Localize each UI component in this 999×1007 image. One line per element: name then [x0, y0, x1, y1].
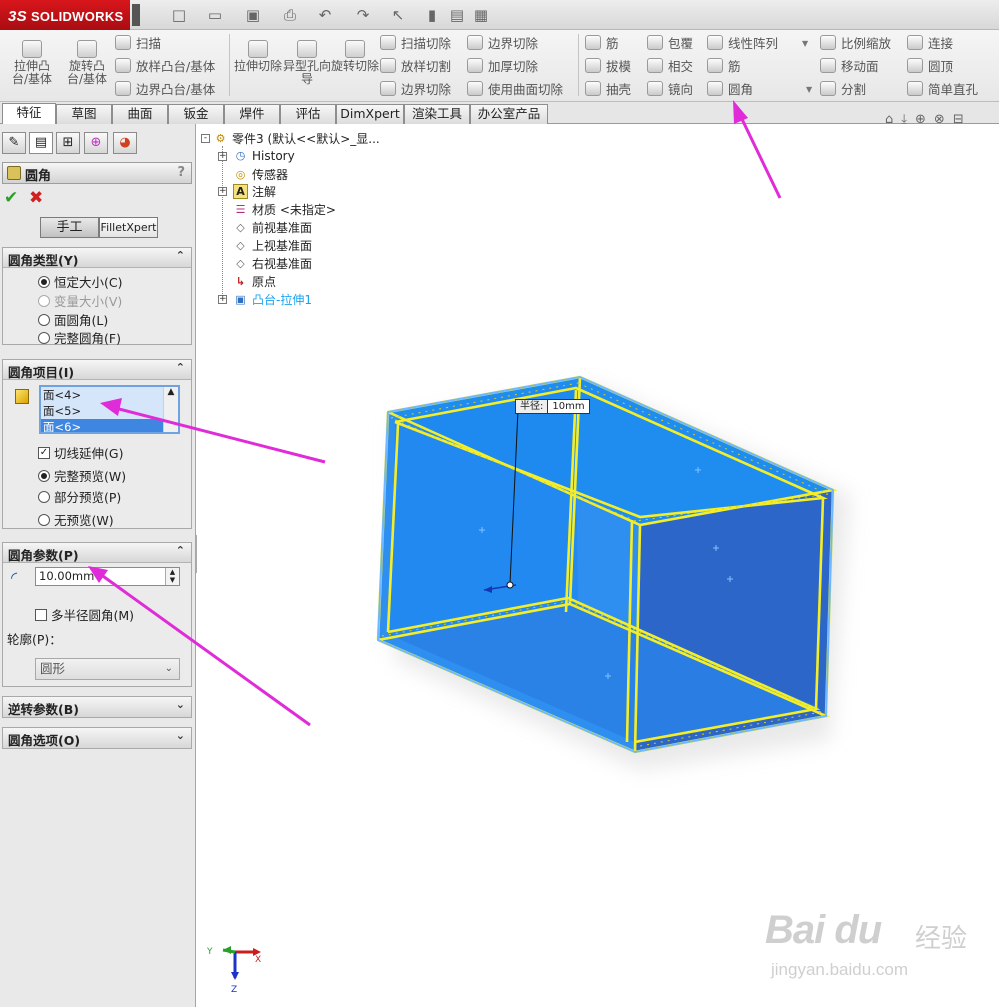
model-view — [88, 100, 850, 770]
triad-y-label: Y — [206, 947, 213, 957]
handle-point-icon[interactable] — [506, 581, 514, 589]
triad-x-label: X — [255, 955, 261, 965]
radius-callout[interactable]: 半径: 10mm — [515, 399, 590, 414]
watermark-url: jingyan.baidu.com — [771, 960, 909, 979]
radius-callout-label: 半径: — [516, 400, 549, 413]
triad-z-label: Z — [231, 985, 237, 995]
baidu-watermark: Bai du 经验 jingyan.baidu.com — [765, 900, 995, 990]
inner-face[interactable] — [390, 385, 578, 635]
axis-triad: Y X Z — [206, 946, 261, 995]
watermark-cn: 经验 — [915, 924, 968, 954]
watermark-main: Bai du — [765, 908, 882, 952]
radius-callout-value[interactable]: 10mm — [548, 400, 588, 413]
